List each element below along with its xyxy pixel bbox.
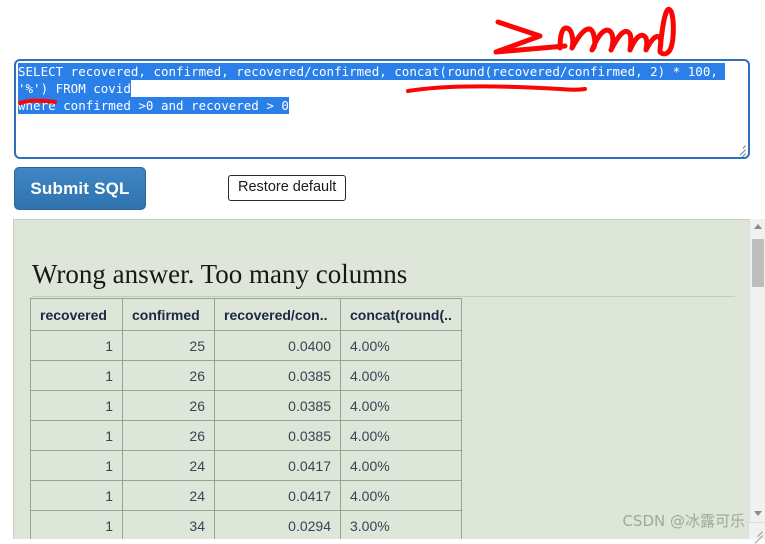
cell-confirmed: 24 [122, 480, 215, 511]
cell-recovered: 1 [30, 360, 123, 391]
table-row: 1 26 0.0385 4.00% [30, 420, 462, 451]
cell-ratio: 0.0417 [214, 480, 341, 511]
cell-recovered: 1 [30, 420, 123, 451]
cell-concat: 3.00% [340, 510, 462, 539]
submit-sql-button[interactable]: Submit SQL [14, 167, 146, 210]
title-divider [32, 296, 735, 297]
column-header-concat: concat(round(.. [340, 298, 462, 331]
textarea-resize-grip[interactable] [733, 142, 746, 157]
cell-concat: 4.00% [340, 330, 462, 361]
table-row: 1 25 0.0400 4.00% [30, 330, 462, 361]
table-row: 1 26 0.0385 4.00% [30, 360, 462, 391]
cell-concat: 4.00% [340, 450, 462, 481]
result-status-message: Wrong answer. Too many columns [32, 259, 408, 289]
sql-query-textarea[interactable]: SELECT recovered, confirmed, recovered/c… [14, 59, 750, 159]
cell-confirmed: 34 [122, 510, 215, 539]
column-header-ratio: recovered/con.. [214, 298, 341, 331]
cell-concat: 4.00% [340, 420, 462, 451]
cell-recovered: 1 [30, 510, 123, 539]
column-header-recovered: recovered [30, 298, 123, 331]
cell-confirmed: 26 [122, 360, 215, 391]
cell-ratio: 0.0385 [214, 360, 341, 391]
cell-recovered: 1 [30, 450, 123, 481]
cell-ratio: 0.0400 [214, 330, 341, 361]
cell-recovered: 1 [30, 390, 123, 421]
cell-concat: 4.00% [340, 360, 462, 391]
cell-confirmed: 24 [122, 450, 215, 481]
triangle-up-icon[interactable] [750, 219, 765, 235]
cell-ratio: 0.0417 [214, 450, 341, 481]
cell-recovered: 1 [30, 480, 123, 511]
csdn-watermark: CSDN @冰露可乐 [622, 512, 745, 530]
cell-concat: 4.00% [340, 390, 462, 421]
cell-ratio: 0.0385 [214, 390, 341, 421]
table-row: 1 26 0.0385 4.00% [30, 390, 462, 421]
scrollbar-thumb[interactable] [752, 239, 764, 287]
window-resize-grip[interactable] [748, 522, 765, 544]
query-result-panel: Wrong answer. Too many columns recovered… [13, 219, 751, 539]
vertical-scrollbar[interactable] [749, 219, 765, 539]
triangle-down-icon[interactable] [750, 506, 765, 522]
table-row: 1 34 0.0294 3.00% [30, 510, 462, 539]
sql-line-1[interactable]: SELECT recovered, confirmed, recovered/c… [18, 63, 726, 97]
table-row: 1 24 0.0417 4.00% [30, 480, 462, 511]
sql-line-2[interactable]: where confirmed >0 and recovered > 0 [18, 97, 289, 114]
cell-concat: 4.00% [340, 480, 462, 511]
column-header-confirmed: confirmed [122, 298, 215, 331]
cell-ratio: 0.0385 [214, 420, 341, 451]
cell-confirmed: 26 [122, 390, 215, 421]
cell-ratio: 0.0294 [214, 510, 341, 539]
red-scribble-text [557, 6, 676, 57]
table-row: 1 24 0.0417 4.00% [30, 450, 462, 481]
cell-confirmed: 25 [122, 330, 215, 361]
red-arrow-mark [493, 19, 568, 55]
table-header-row: recovered confirmed recovered/con.. conc… [30, 298, 462, 331]
result-table: recovered confirmed recovered/con.. conc… [30, 298, 462, 539]
cell-confirmed: 26 [122, 420, 215, 451]
cell-recovered: 1 [30, 330, 123, 361]
sql-editor-content[interactable]: SELECT recovered, confirmed, recovered/c… [16, 63, 748, 114]
restore-default-button[interactable]: Restore default [228, 175, 347, 201]
